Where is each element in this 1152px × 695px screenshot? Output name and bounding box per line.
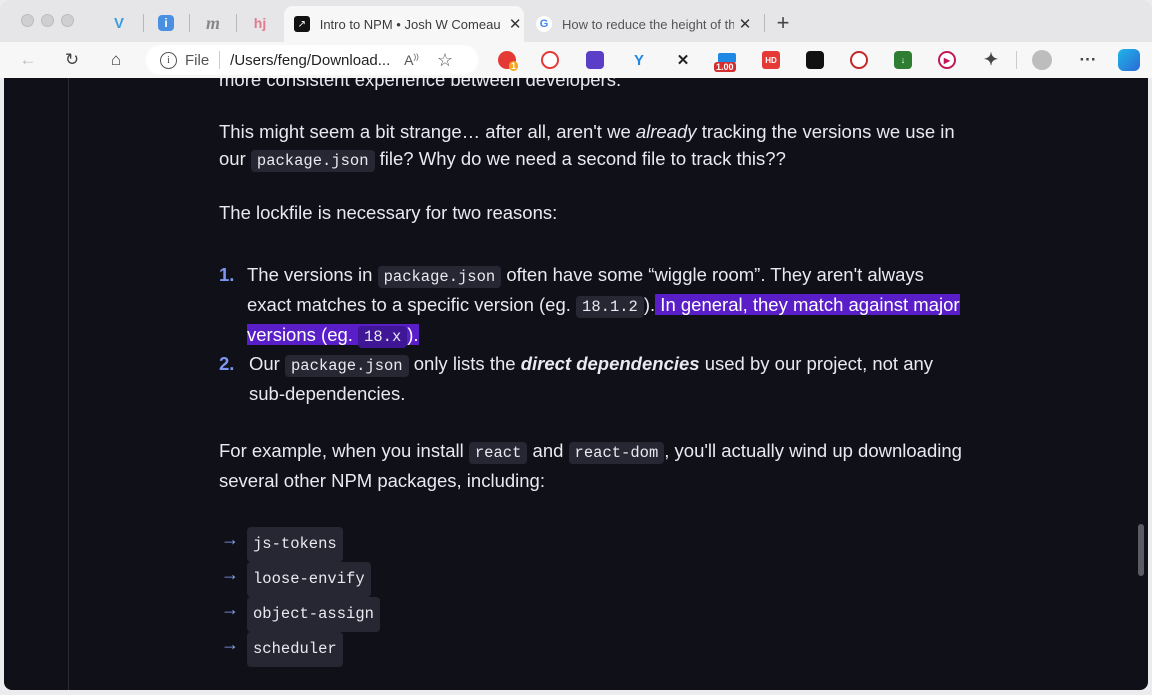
close-tab-icon[interactable]: ✕: [506, 15, 524, 33]
minimize-window-button[interactable]: [41, 14, 54, 27]
tab-strip: V i m hj ↗ Intro to NPM • Josh W Comeau …: [0, 0, 1152, 42]
tab-title: Intro to NPM • Josh W Comeau: [319, 16, 501, 32]
inline-code: package.json: [250, 150, 375, 172]
tab-title: How to reduce the height of th: [562, 16, 734, 32]
home-button[interactable]: ⌂: [102, 46, 130, 74]
list-item: js-tokens: [247, 527, 343, 562]
profile-avatar[interactable]: [1032, 50, 1052, 70]
external-link-favicon-icon: ↗: [294, 16, 310, 32]
copilot-icon[interactable]: [1118, 49, 1140, 71]
inline-code: 18.x: [358, 326, 408, 348]
arrow-right-icon: →: [221, 599, 239, 619]
address-scheme: File: [185, 51, 210, 69]
read-aloud-icon[interactable]: A)): [404, 52, 419, 68]
pinned-tab-info-icon[interactable]: i: [151, 10, 181, 36]
browser-window: V i m hj ↗ Intro to NPM • Josh W Comeau …: [0, 0, 1152, 695]
info-icon: i: [158, 15, 174, 31]
list-item: scheduler: [247, 632, 343, 667]
search-extension-icon[interactable]: [541, 51, 559, 69]
inline-code: react-dom: [568, 442, 665, 464]
pinned-tab-m-icon[interactable]: m: [198, 10, 228, 36]
tab-how-to-reduce-height[interactable]: G How to reduce the height of th ✕: [526, 6, 762, 42]
inline-code: react: [468, 442, 528, 464]
list-item-wiggle-room: The versions in package.json often have …: [247, 264, 960, 348]
intro-tail-text: more consistent experience between devel…: [219, 78, 622, 90]
list-item: loose-envify: [247, 562, 371, 597]
tab-separator: [143, 14, 144, 32]
tab-separator: [189, 14, 190, 32]
new-tab-button[interactable]: +: [770, 10, 796, 36]
browser-toolbar: ← ↻ ⌂ i File /Users/feng/Download... A))…: [0, 42, 1152, 78]
reload-button[interactable]: ↻: [58, 46, 86, 74]
zoom-badge: 1.00: [714, 62, 736, 72]
paragraph-react-example: For example, when you install react and …: [219, 440, 962, 491]
note-extension-icon[interactable]: [586, 51, 604, 69]
emphasis-already: already: [635, 121, 697, 142]
list-item-direct-dependencies: Our package.json only lists the direct d…: [249, 353, 934, 404]
list-item: object-assign: [247, 597, 380, 632]
page-scrollbar[interactable]: [1138, 524, 1144, 576]
hd-extension-icon[interactable]: HD: [762, 51, 780, 69]
list-number: 2.: [219, 353, 235, 374]
download-extension-icon[interactable]: ↓: [894, 51, 912, 69]
more-menu-button[interactable]: ···: [1074, 46, 1102, 74]
address-divider: [219, 51, 221, 69]
toolbar-divider: [1016, 51, 1017, 69]
arrow-right-icon: →: [221, 529, 239, 549]
grid-extension-icon[interactable]: [806, 51, 824, 69]
play-extension-icon[interactable]: ▶: [938, 51, 956, 69]
favorite-star-icon[interactable]: ☆: [437, 50, 453, 71]
inline-code: package.json: [284, 355, 409, 377]
tab-separator: [764, 14, 765, 32]
tab-intro-to-npm[interactable]: ↗ Intro to NPM • Josh W Comeau ✕: [284, 6, 524, 42]
pinned-tab-v-icon[interactable]: V: [104, 10, 134, 36]
page-content: more consistent experience between devel…: [4, 78, 1148, 690]
shuffle-extension-icon[interactable]: ✕: [674, 51, 692, 69]
inline-code: package.json: [377, 266, 502, 288]
video-extension-icon[interactable]: [850, 51, 868, 69]
v-extension-icon[interactable]: Y: [630, 51, 648, 69]
list-number: 1.: [219, 264, 235, 285]
tab-separator: [236, 14, 237, 32]
address-bar[interactable]: i File /Users/feng/Download... A)) ☆: [146, 45, 478, 75]
zoom-window-button[interactable]: [61, 14, 74, 27]
arrow-right-icon: →: [221, 564, 239, 584]
close-tab-icon[interactable]: ✕: [736, 15, 754, 33]
extensions-puzzle-icon[interactable]: ✦: [982, 50, 1000, 69]
inline-code: 18.1.2: [576, 296, 644, 318]
site-info-icon[interactable]: i: [160, 51, 177, 69]
emphasis-direct-dependencies: direct dependencies: [520, 353, 700, 374]
back-button[interactable]: ←: [14, 46, 42, 74]
google-favicon-icon: G: [536, 16, 552, 32]
address-url[interactable]: /Users/feng/Download...: [230, 52, 390, 69]
close-window-button[interactable]: [21, 14, 34, 27]
content-left-rule: [68, 78, 69, 690]
arrow-right-icon: →: [221, 634, 239, 654]
paragraph-two-reasons: The lockfile is necessary for two reason…: [219, 202, 558, 223]
pinned-tab-hj-icon[interactable]: hj: [245, 10, 275, 36]
extension-count-badge: 1: [509, 61, 519, 71]
paragraph-lockfile-strange: This might seem a bit strange… after all…: [219, 121, 955, 172]
